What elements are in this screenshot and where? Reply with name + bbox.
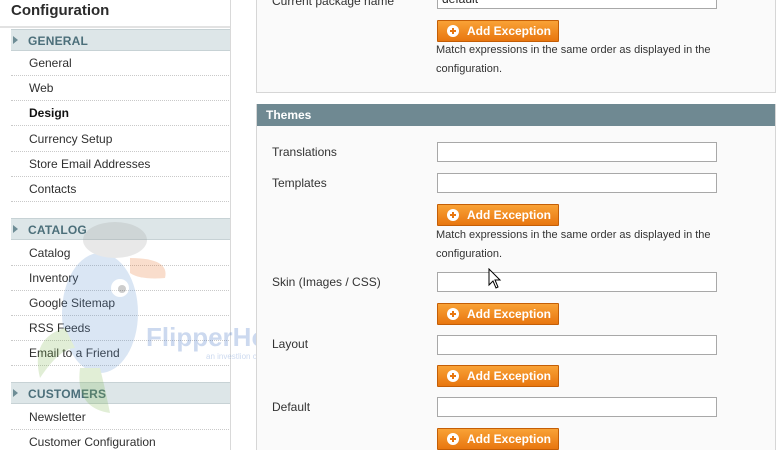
field-label-translations: Translations bbox=[272, 145, 337, 159]
expand-arrow-icon bbox=[13, 389, 18, 397]
field-label-layout: Layout bbox=[272, 337, 309, 351]
sidebar-item-contacts[interactable]: Contacts bbox=[11, 177, 231, 202]
sidebar-item-label: Contacts bbox=[29, 182, 77, 196]
sidebar-divider bbox=[0, 26, 231, 28]
sidebar-item-web[interactable]: Web bbox=[11, 76, 231, 101]
add-exception-button-default[interactable]: Add Exception bbox=[437, 428, 559, 450]
expand-arrow-icon bbox=[13, 225, 18, 233]
exception-note-templates: Match expressions in the same order as d… bbox=[436, 226, 736, 264]
sidebar-item-store-email-addresses[interactable]: Store Email Addresses bbox=[11, 152, 231, 177]
section-header-catalog[interactable]: CATALOG bbox=[11, 218, 231, 240]
sidebar-item-label: Web bbox=[29, 81, 54, 95]
sidebar-item-general[interactable]: General bbox=[11, 51, 231, 76]
sidebar-item-label: Design bbox=[29, 106, 70, 120]
expand-arrow-icon bbox=[13, 36, 18, 44]
sidebar-item-label: General bbox=[29, 56, 72, 70]
current-package-input[interactable] bbox=[437, 0, 717, 9]
sidebar-title: Configuration bbox=[11, 2, 110, 19]
sidebar-item-label: Customer Configuration bbox=[29, 435, 156, 449]
note-line: configuration. bbox=[436, 248, 503, 260]
sidebar: Configuration GENERAL General Web Design… bbox=[0, 0, 231, 450]
sidebar-item-label: RSS Feeds bbox=[29, 321, 91, 335]
note-line: Match expressions in the same order as d… bbox=[436, 229, 711, 241]
section-header-general[interactable]: GENERAL bbox=[11, 29, 231, 51]
admin-configuration-page: Configuration GENERAL General Web Design… bbox=[0, 0, 776, 450]
section-header-label: CUSTOMERS bbox=[28, 387, 107, 401]
layout-input[interactable] bbox=[437, 335, 717, 355]
sidebar-item-label: Catalog bbox=[29, 246, 71, 260]
sidebar-item-design[interactable]: Design bbox=[11, 101, 231, 126]
sidebar-item-customer-configuration[interactable]: Customer Configuration bbox=[11, 430, 231, 450]
add-exception-button-skin[interactable]: Add Exception bbox=[437, 303, 559, 325]
plus-circle-icon bbox=[447, 308, 459, 320]
field-label-templates: Templates bbox=[272, 176, 327, 190]
exception-note-package: Match expressions in the same order as d… bbox=[436, 41, 736, 79]
button-label: Add Exception bbox=[467, 24, 552, 38]
plus-circle-icon bbox=[447, 433, 459, 445]
sidebar-item-email-to-a-friend[interactable]: Email to a Friend bbox=[11, 341, 231, 366]
themes-header[interactable]: Themes bbox=[257, 104, 775, 126]
sidebar-item-label: Google Sitemap bbox=[29, 296, 116, 310]
field-label-current-package: Current package name bbox=[272, 0, 395, 8]
plus-circle-icon bbox=[447, 370, 459, 382]
sidebar-item-inventory[interactable]: Inventory bbox=[11, 266, 231, 291]
sidebar-item-newsletter[interactable]: Newsletter bbox=[11, 405, 231, 430]
sidebar-item-currency-setup[interactable]: Currency Setup bbox=[11, 127, 231, 152]
templates-input[interactable] bbox=[437, 173, 717, 193]
sidebar-item-label: Inventory bbox=[29, 271, 79, 285]
sidebar-border bbox=[230, 0, 231, 450]
sidebar-item-label: Currency Setup bbox=[29, 132, 113, 146]
section-header-label: CATALOG bbox=[28, 223, 87, 237]
mouse-pointer-icon bbox=[488, 268, 502, 289]
field-label-skin: Skin (Images / CSS) bbox=[272, 275, 381, 289]
plus-circle-icon bbox=[447, 209, 459, 221]
translations-input[interactable] bbox=[437, 142, 717, 162]
skin-input[interactable] bbox=[437, 272, 717, 292]
add-exception-button-templates[interactable]: Add Exception bbox=[437, 204, 559, 226]
note-line: configuration. bbox=[436, 63, 503, 75]
add-exception-button-package[interactable]: Add Exception bbox=[437, 20, 559, 42]
sidebar-item-label: Store Email Addresses bbox=[29, 157, 151, 171]
sidebar-item-google-sitemap[interactable]: Google Sitemap bbox=[11, 291, 231, 316]
note-line: Match expressions in the same order as d… bbox=[436, 44, 711, 56]
button-label: Add Exception bbox=[467, 432, 552, 446]
button-label: Add Exception bbox=[467, 369, 552, 383]
sidebar-item-label: Email to a Friend bbox=[29, 346, 120, 360]
section-header-label: GENERAL bbox=[28, 34, 89, 48]
field-label-default: Default bbox=[272, 400, 311, 414]
section-header-customers[interactable]: CUSTOMERS bbox=[11, 382, 231, 404]
button-label: Add Exception bbox=[467, 307, 552, 321]
plus-circle-icon bbox=[447, 25, 459, 37]
default-input[interactable] bbox=[437, 397, 717, 417]
themes-title: Themes bbox=[266, 108, 312, 122]
sidebar-item-rss-feeds[interactable]: RSS Feeds bbox=[11, 316, 231, 341]
add-exception-button-layout[interactable]: Add Exception bbox=[437, 365, 559, 387]
sidebar-item-catalog[interactable]: Catalog bbox=[11, 241, 231, 266]
sidebar-item-label: Newsletter bbox=[29, 410, 86, 424]
button-label: Add Exception bbox=[467, 208, 552, 222]
